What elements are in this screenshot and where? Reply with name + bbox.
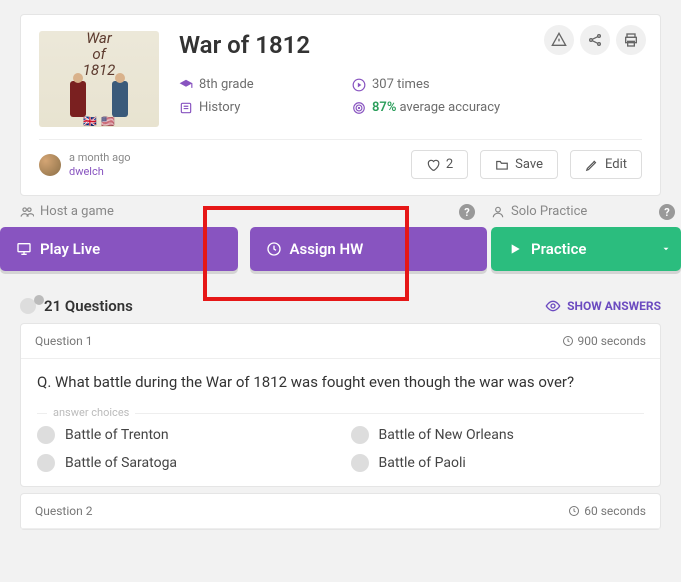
answer-option: Battle of Trenton <box>37 426 331 444</box>
save-button[interactable]: Save <box>480 150 558 179</box>
edit-button[interactable]: Edit <box>570 150 642 179</box>
pencil-icon <box>585 158 599 172</box>
avatar <box>39 154 61 176</box>
header-top: Warof1812 🇬🇧🇺🇸 War of 1812 8th grade 307… <box>39 31 642 127</box>
answer-option: Battle of Saratoga <box>37 454 331 472</box>
solo-practice-label: Solo Practice <box>511 204 587 219</box>
clock-icon <box>568 505 580 517</box>
accuracy-meta: 87%average accuracy <box>352 100 507 115</box>
question-time: 60 seconds <box>568 504 646 518</box>
host-game-col: Host a game ? Play Live Assign HW <box>20 204 479 271</box>
option-bullet-icon <box>351 454 369 472</box>
modes-row: Host a game ? Play Live Assign HW Solo P… <box>20 204 661 271</box>
graduation-icon <box>179 78 193 92</box>
caret-down-icon <box>661 244 671 254</box>
list-icon <box>179 101 193 115</box>
clock-icon <box>562 335 574 347</box>
eye-icon <box>545 298 561 314</box>
question-count: 21 Questions <box>20 297 133 315</box>
quiz-header-card: Warof1812 🇬🇧🇺🇸 War of 1812 8th grade 307… <box>20 14 661 196</box>
heart-icon <box>426 158 440 172</box>
author-block: a month ago dwelch <box>39 151 131 177</box>
question-time: 900 seconds <box>562 334 646 348</box>
show-answers-button[interactable]: SHOW ANSWERS <box>545 298 661 314</box>
help-icon[interactable]: ? <box>659 204 675 220</box>
question-card: Question 2 60 seconds <box>20 493 661 530</box>
solo-practice-col: Solo Practice ? Practice <box>491 204 661 271</box>
plays-meta: 307 times <box>352 77 507 92</box>
quiz-thumbnail: Warof1812 🇬🇧🇺🇸 <box>39 31 159 127</box>
option-bullet-icon <box>37 426 55 444</box>
header-subrow: a month ago dwelch 2 Save Edit <box>39 150 642 179</box>
question-number: Question 2 <box>35 504 92 518</box>
practice-button[interactable]: Practice <box>491 227 681 271</box>
header-action-icons <box>544 25 646 55</box>
like-button[interactable]: 2 <box>411 150 468 179</box>
answer-choices-label: answer choices <box>47 406 135 419</box>
host-game-label: Host a game <box>40 204 114 219</box>
report-icon[interactable] <box>544 25 574 55</box>
help-icon[interactable]: ? <box>459 204 475 220</box>
clock-icon <box>266 241 282 257</box>
group-icon <box>20 205 34 219</box>
person-icon <box>491 205 505 219</box>
target-icon <box>352 101 366 115</box>
question-card: Question 1 900 seconds Q. What battle du… <box>20 323 661 487</box>
question-number: Question 1 <box>35 334 92 348</box>
play-circle-icon <box>352 78 366 92</box>
answer-options: Battle of Trenton Battle of New Orleans … <box>37 426 644 472</box>
grade-meta: 8th grade <box>179 77 334 92</box>
option-bullet-icon <box>351 426 369 444</box>
folder-icon <box>495 158 509 172</box>
share-icon[interactable] <box>580 25 610 55</box>
play-live-button[interactable]: Play Live <box>0 227 238 271</box>
option-bullet-icon <box>37 454 55 472</box>
post-age: a month ago <box>69 151 131 164</box>
answer-option: Battle of New Orleans <box>351 426 645 444</box>
presentation-icon <box>16 241 32 257</box>
subject-meta: History <box>179 100 334 115</box>
question-text: Q. What battle during the War of 1812 wa… <box>37 373 644 391</box>
author-link[interactable]: dwelch <box>69 165 104 178</box>
assign-hw-button[interactable]: Assign HW <box>250 227 488 271</box>
questions-bar: 21 Questions SHOW ANSWERS <box>20 297 661 315</box>
play-icon <box>507 241 523 257</box>
count-badge-icon <box>20 298 36 314</box>
print-icon[interactable] <box>616 25 646 55</box>
answer-option: Battle of Paoli <box>351 454 645 472</box>
